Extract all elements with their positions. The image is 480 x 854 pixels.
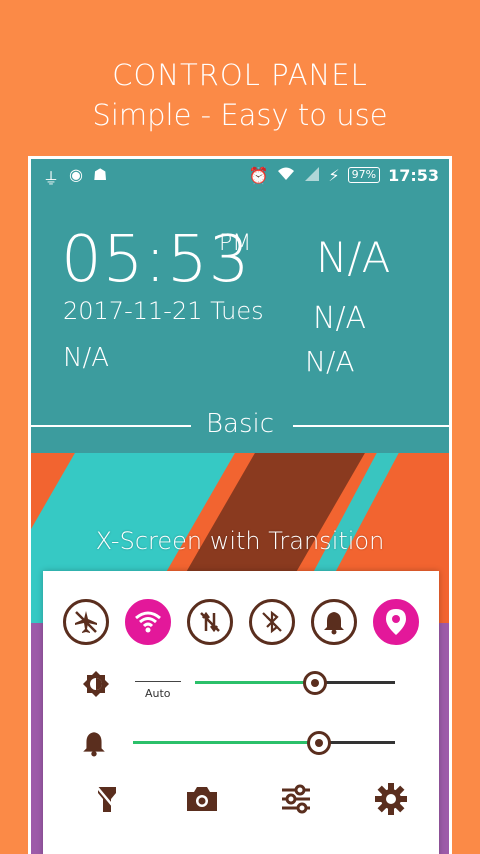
- gear-icon: [374, 783, 407, 815]
- volume-row: [43, 723, 439, 763]
- clock-widget[interactable]: 05:53 PM N/A 2017-11-21 Tues N/A N/A N/A…: [31, 193, 449, 453]
- wifi-icon: [276, 165, 296, 185]
- brightness-icon: [81, 669, 111, 703]
- mobile-data-toggle[interactable]: [187, 599, 233, 645]
- camera-app-icon: ◉: [69, 165, 83, 184]
- volume-fill: [133, 741, 319, 744]
- volume-slider[interactable]: [133, 731, 395, 755]
- promo-title: CONTROL PANEL: [112, 58, 368, 92]
- control-panel: Auto: [43, 571, 439, 854]
- alarm-icon: ⏰: [248, 165, 269, 185]
- weather-info-1: N/A: [313, 301, 367, 336]
- usb-icon: ⏚: [43, 169, 60, 188]
- bluetooth-toggle[interactable]: [249, 599, 295, 645]
- settings-sliders-button[interactable]: [278, 781, 314, 817]
- brightness-fill: [195, 681, 315, 684]
- volume-thumb[interactable]: [307, 731, 331, 755]
- toggle-row: [63, 599, 419, 645]
- airplane-off-icon: [75, 611, 97, 633]
- brightness-thumb[interactable]: [303, 671, 327, 695]
- settings-sliders-icon: [282, 784, 311, 814]
- bell-icon: [324, 612, 344, 635]
- weather-info-2: N/A: [63, 343, 109, 373]
- sound-toggle[interactable]: [311, 599, 357, 645]
- status-time: 17:53: [388, 165, 439, 185]
- wifi-toggle[interactable]: [125, 599, 171, 645]
- phone-frame: ⏚ ◉ ☗ ⏰ ⚡ 97% 17:53 05:53 PM N/A 2017-11…: [28, 156, 452, 854]
- status-bar: ⏚ ◉ ☗ ⏰ ⚡ 97% 17:53: [31, 159, 449, 193]
- volume-bell-icon: [81, 729, 107, 761]
- weather-temp: N/A: [316, 233, 391, 282]
- promo-subtitle: Simple - Easy to use: [92, 98, 388, 132]
- phone-screen: ⏚ ◉ ☗ ⏰ ⚡ 97% 17:53 05:53 PM N/A 2017-11…: [31, 159, 449, 854]
- camera-icon: [186, 787, 217, 811]
- bluetooth-off-icon: [262, 610, 282, 634]
- flashlight-icon: [96, 786, 118, 812]
- clock-date: 2017-11-21 Tues: [63, 297, 264, 325]
- brightness-row: Auto: [43, 663, 439, 703]
- auto-brightness-divider: [135, 681, 181, 682]
- settings-button[interactable]: [373, 781, 409, 817]
- clock-ampm: PM: [219, 231, 252, 256]
- camera-button[interactable]: [184, 781, 220, 817]
- section-label: Basic: [205, 409, 275, 439]
- signal-icon: [304, 166, 320, 185]
- location-toggle[interactable]: [373, 599, 419, 645]
- auto-brightness-label[interactable]: Auto: [145, 687, 171, 700]
- android-icon: ☗: [92, 165, 108, 184]
- location-icon: [386, 609, 406, 635]
- flashlight-button[interactable]: [89, 781, 125, 817]
- weather-info-3: N/A: [305, 345, 355, 378]
- brightness-slider[interactable]: [195, 671, 395, 695]
- shortcut-row: [89, 781, 409, 817]
- battery-indicator: 97%: [347, 167, 381, 183]
- mobile-data-off-icon: [200, 611, 220, 633]
- wifi-icon: [135, 611, 161, 633]
- charging-icon: ⚡: [328, 165, 340, 185]
- wallpaper-label: X-Screen with Transition: [95, 527, 385, 555]
- airplane-toggle[interactable]: [63, 599, 109, 645]
